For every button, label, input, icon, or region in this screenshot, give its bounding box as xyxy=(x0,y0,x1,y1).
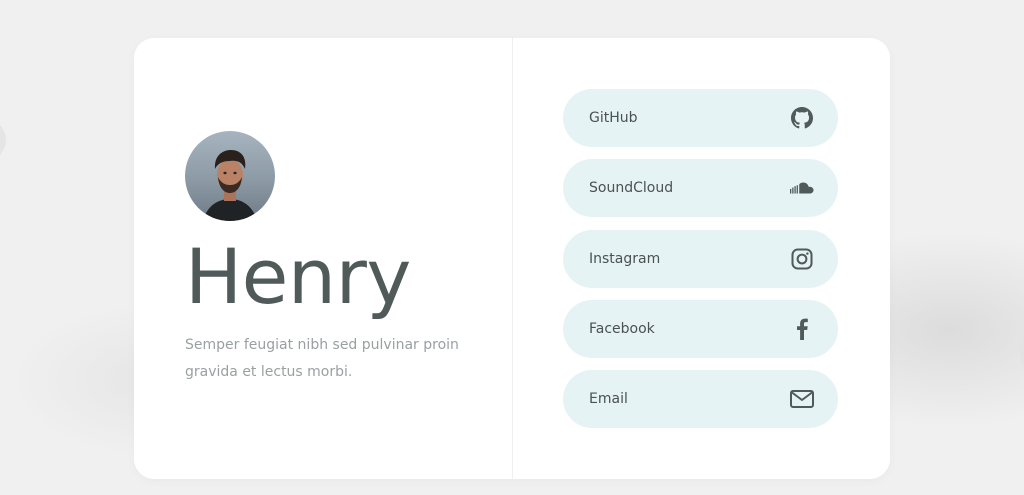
link-label: Instagram xyxy=(589,250,661,267)
mail-icon xyxy=(790,387,814,411)
page-background: Henry Semper feugiat nibh sed pulvinar p… xyxy=(0,0,1024,495)
link-label: GitHub xyxy=(589,110,638,126)
github-icon xyxy=(790,106,814,130)
social-links-list: GitHub SoundCloud Instagram Facebook Ema… xyxy=(563,89,838,440)
link-label: Facebook xyxy=(589,320,655,337)
link-soundcloud-button[interactable]: SoundCloud xyxy=(563,159,838,218)
soundcloud-icon xyxy=(790,176,814,200)
link-label: SoundCloud xyxy=(589,180,674,197)
link-instagram-button[interactable]: Instagram xyxy=(563,229,838,288)
link-email-button[interactable]: Email xyxy=(563,370,838,429)
profile-name: Henry xyxy=(185,232,411,321)
decorative-blob xyxy=(1020,335,1024,369)
profile-card: Henry Semper feugiat nibh sed pulvinar p… xyxy=(134,38,890,479)
avatar xyxy=(185,131,275,221)
link-facebook-button[interactable]: Facebook xyxy=(563,299,838,358)
link-github-button[interactable]: GitHub xyxy=(563,89,838,147)
decorative-blob xyxy=(0,120,6,160)
facebook-icon xyxy=(790,317,814,341)
card-divider xyxy=(512,38,513,479)
instagram-icon xyxy=(790,247,814,271)
link-label: Email xyxy=(589,391,628,408)
profile-bio: Semper feugiat nibh sed pulvinar proin g… xyxy=(185,337,459,380)
